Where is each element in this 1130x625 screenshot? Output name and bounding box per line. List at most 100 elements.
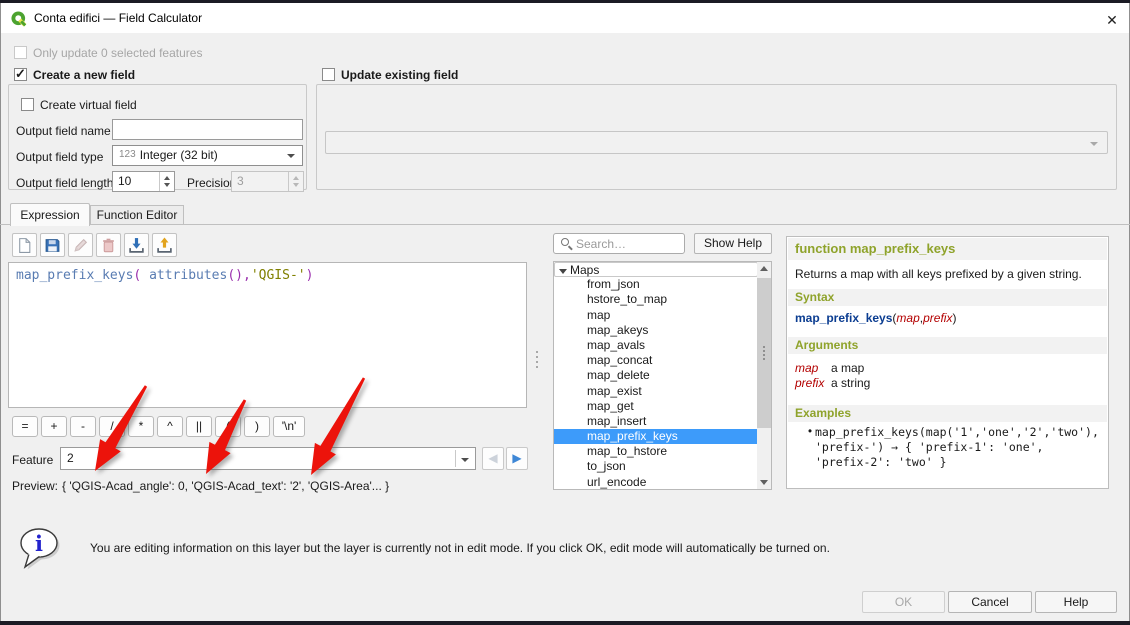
update-existing-field-checkbox[interactable] [322, 68, 335, 81]
title-bar: Conta edifici — Field Calculator ✕ [1, 3, 1129, 33]
tab-function-editor[interactable]: Function Editor [90, 205, 184, 225]
precision-spinner[interactable]: 3 [231, 171, 304, 192]
save-icon [44, 237, 61, 254]
function-item[interactable]: map_exist [554, 384, 758, 399]
function-item[interactable]: map_to_hstore [554, 444, 758, 459]
operator-open-paren-button[interactable]: ( [215, 416, 241, 437]
scroll-up-button[interactable] [757, 262, 771, 276]
field-calculator-dialog: Conta edifici — Field Calculator ✕ Only … [0, 0, 1130, 625]
delete-expression-button[interactable] [96, 233, 121, 257]
function-help-panel: function map_prefix_keys Returns a map w… [786, 236, 1109, 489]
new-file-icon [16, 237, 33, 254]
function-item[interactable]: map_akeys [554, 323, 758, 338]
dialog-title: Conta edifici — Field Calculator [34, 3, 202, 33]
expression-token-punct: (), [227, 268, 250, 283]
chevron-expanded-icon [559, 269, 567, 274]
function-item[interactable]: map_concat [554, 353, 758, 368]
tab-expression[interactable]: Expression [10, 203, 90, 226]
output-field-type-combo[interactable]: 123Integer (32 bit) [112, 145, 303, 166]
function-item[interactable]: to_json [554, 459, 758, 474]
scrollbar-thumb[interactable] [757, 278, 771, 428]
help-syntax-heading: Syntax [788, 289, 1107, 306]
precision-label: Precision [187, 176, 236, 190]
operator-plus-button[interactable]: + [41, 416, 67, 437]
function-item[interactable]: map_delete [554, 368, 758, 383]
cancel-button[interactable]: Cancel [948, 591, 1032, 613]
precision-value: 3 [237, 172, 244, 191]
create-virtual-field-label: Create virtual field [40, 98, 137, 112]
tab-function-editor-label: Function Editor [97, 208, 178, 222]
close-button[interactable]: ✕ [1099, 8, 1125, 32]
operator-multiply-button[interactable]: * [128, 416, 154, 437]
expression-token-function: attributes [149, 268, 227, 283]
output-field-length-label: Output field length [16, 176, 113, 190]
function-item-selected[interactable]: map_prefix_keys [554, 429, 758, 444]
background-app-strip-bottom [0, 621, 1130, 625]
operator-concat-button[interactable]: || [186, 416, 212, 437]
list-scrollbar[interactable] [757, 262, 771, 489]
function-item[interactable]: map [554, 308, 758, 323]
import-expression-button[interactable] [124, 233, 149, 257]
previous-feature-button[interactable]: ◀ [482, 447, 504, 470]
expression-editor[interactable]: map_prefix_keys( attributes(),'QGIS-') [8, 262, 527, 408]
save-expression-button[interactable] [40, 233, 65, 257]
operator-equals-button[interactable]: = [12, 416, 38, 437]
function-list: Maps from_json hstore_to_map map map_ake… [553, 261, 772, 490]
show-help-button[interactable]: Show Help [694, 233, 772, 254]
info-icon: i [14, 524, 66, 570]
splitter-handle[interactable] [536, 351, 538, 353]
function-item[interactable]: map_get [554, 399, 758, 414]
integer-type-icon: 123 [119, 149, 136, 160]
create-virtual-field-checkbox[interactable] [21, 98, 34, 111]
feature-combo[interactable]: 2 [60, 447, 476, 470]
operator-close-paren-button[interactable]: ) [244, 416, 270, 437]
spinner-buttons[interactable] [159, 172, 174, 191]
preview-label: Preview: [12, 479, 58, 493]
edit-expression-button[interactable] [68, 233, 93, 257]
output-field-length-spinner[interactable]: 10 [112, 171, 175, 192]
next-feature-button[interactable]: ▶ [506, 447, 528, 470]
operator-minus-button[interactable]: - [70, 416, 96, 437]
help-button[interactable]: Help [1035, 591, 1117, 613]
scroll-down-button[interactable] [757, 475, 771, 489]
function-item[interactable]: map_avals [554, 338, 758, 353]
function-item[interactable]: map_insert [554, 414, 758, 429]
operator-divide-button[interactable]: / [99, 416, 125, 437]
svg-text:i: i [35, 531, 43, 556]
function-group-maps[interactable]: Maps [554, 262, 758, 277]
help-example: •map_prefix_keys(map('1','one','2','two'… [801, 425, 1093, 470]
help-examples-heading: Examples [788, 405, 1107, 422]
operator-power-button[interactable]: ^ [157, 416, 183, 437]
only-update-checkbox[interactable] [14, 46, 27, 59]
spin-down-icon [293, 183, 299, 187]
spinner-buttons[interactable] [288, 172, 303, 191]
spin-up-icon [164, 176, 170, 180]
existing-field-combo[interactable] [325, 131, 1108, 154]
search-input[interactable] [576, 235, 681, 252]
operator-newline-button[interactable]: '\n' [273, 416, 305, 437]
help-syntax-line: map_prefix_keys(map,prefix) [795, 311, 956, 325]
function-item[interactable]: hstore_to_map [554, 292, 758, 307]
update-existing-field-label: Update existing field [341, 68, 458, 82]
output-field-type-label: Output field type [16, 150, 103, 164]
feature-label: Feature [12, 453, 53, 467]
ok-button[interactable]: OK [862, 591, 945, 613]
output-field-name-label: Output field name [16, 124, 111, 138]
chevron-down-icon [461, 458, 469, 462]
create-new-field-checkbox[interactable] [14, 68, 27, 81]
tab-pane-border [0, 224, 1130, 225]
argument-row: prefixa string [795, 376, 870, 390]
output-field-length-value: 10 [118, 172, 131, 191]
expression-token-punct: ( [133, 268, 149, 283]
export-expression-button[interactable] [152, 233, 177, 257]
function-item[interactable]: url_encode [554, 475, 758, 490]
only-update-label: Only update 0 selected features [33, 46, 202, 60]
expression-token-string: 'QGIS-' [251, 268, 306, 283]
scroll-up-icon [760, 266, 768, 271]
output-field-name-input[interactable] [112, 119, 303, 140]
new-expression-button[interactable] [12, 233, 37, 257]
feature-value: 2 [67, 448, 74, 469]
preview-value: { 'QGIS-Acad_angle': 0, 'QGIS-Acad_text'… [62, 479, 389, 493]
edit-mode-message: You are editing information on this laye… [90, 541, 990, 555]
function-item[interactable]: from_json [554, 277, 758, 292]
